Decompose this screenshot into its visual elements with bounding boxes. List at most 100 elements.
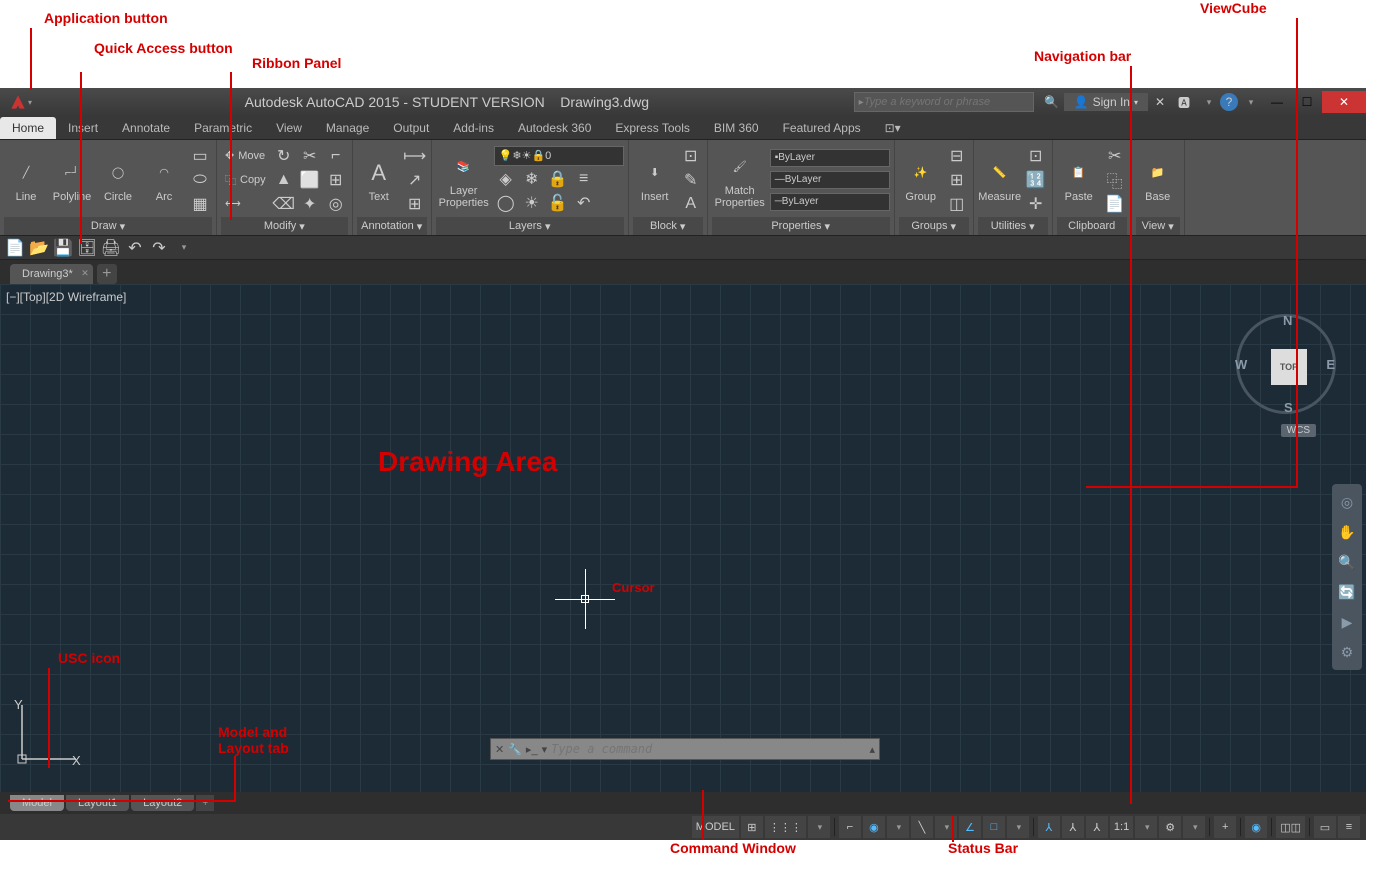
ribbon-tab-express[interactable]: Express Tools — [603, 117, 701, 139]
text-button[interactable]: AText — [357, 144, 401, 216]
edit-block-icon[interactable]: ✎ — [679, 169, 703, 191]
group-select-icon[interactable]: ◫ — [945, 193, 969, 215]
viewcube-top-face[interactable]: TOP — [1271, 349, 1307, 385]
viewcube-ring[interactable]: N S E W TOP — [1236, 314, 1336, 414]
ribbon-tab-bim360[interactable]: BIM 360 — [702, 117, 771, 139]
file-tab-close-icon[interactable]: ✕ — [81, 268, 89, 279]
pan-icon[interactable]: ✋ — [1335, 520, 1359, 544]
compass-s[interactable]: S — [1284, 400, 1293, 415]
search-input[interactable] — [864, 96, 1029, 108]
cmd-wrench-icon[interactable]: 🔧 — [508, 743, 522, 756]
layer-prev-icon[interactable]: ↶ — [572, 192, 596, 214]
layout-tab-model[interactable]: Model — [10, 795, 64, 811]
array-icon[interactable]: ⊞ — [324, 169, 348, 191]
select-all-icon[interactable]: ⊡ — [1024, 145, 1048, 167]
autoscale-icon[interactable]: ⅄ — [1062, 816, 1084, 838]
ribbon-tab-annotate[interactable]: Annotate — [110, 117, 182, 139]
hardware-accel-icon[interactable]: ◉ — [1245, 816, 1267, 838]
file-tab-add-button[interactable]: + — [97, 264, 117, 284]
rect-icon[interactable]: ▭ — [188, 145, 212, 167]
nav-settings-icon[interactable]: ⚙ — [1335, 640, 1359, 664]
exchange-icon[interactable]: ✕ — [1148, 90, 1172, 114]
ribbon-tab-addins[interactable]: Add-ins — [441, 117, 506, 139]
layer-thaw-icon[interactable]: ☀ — [520, 192, 544, 214]
clean-screen-icon[interactable]: ▭ — [1314, 816, 1336, 838]
wcs-label[interactable]: WCS — [1281, 424, 1316, 437]
ribbon-tab-view[interactable]: View — [264, 117, 314, 139]
offset-icon[interactable]: ◎ — [324, 193, 348, 215]
ribbon-tab-output[interactable]: Output — [381, 117, 441, 139]
group-button[interactable]: ✨Group — [899, 144, 943, 216]
isolate-icon[interactable]: ◫◫ — [1276, 816, 1305, 838]
open-icon[interactable]: 📂 — [30, 239, 48, 257]
anno-monitor-icon[interactable]: + — [1214, 816, 1236, 838]
ribbon-expand-icon[interactable]: ⊡▾ — [873, 117, 913, 139]
close-button[interactable]: ✕ — [1322, 91, 1366, 113]
showmotion-icon[interactable]: ▶ — [1335, 610, 1359, 634]
osnap-icon[interactable]: □ — [983, 816, 1005, 838]
layer-lock-icon[interactable]: 🔒 — [546, 168, 570, 190]
match-props-button[interactable]: 🖌Match Properties — [712, 144, 768, 216]
point-icon[interactable]: ✛ — [1024, 193, 1048, 215]
help-menu[interactable] — [1238, 90, 1262, 114]
scale-menu[interactable] — [1135, 816, 1157, 838]
viewcube[interactable]: N S E W TOP — [1236, 314, 1336, 414]
layer-freeze-icon[interactable]: ❄ — [520, 168, 544, 190]
table-icon[interactable]: ⊞ — [403, 193, 427, 215]
print-icon[interactable]: 🖨 — [102, 239, 120, 257]
circle-button[interactable]: ◯Circle — [96, 144, 140, 216]
rotate-icon[interactable]: ↻ — [272, 145, 296, 167]
layer-match-icon[interactable]: ≡ — [572, 168, 596, 190]
ungroup-icon[interactable]: ⊟ — [945, 145, 969, 167]
cmd-recent-icon[interactable]: ▾ — [542, 743, 548, 756]
create-block-icon[interactable]: ⊡ — [679, 145, 703, 167]
line-button[interactable]: ╱Line — [4, 144, 48, 216]
group-edit-icon[interactable]: ⊞ — [945, 169, 969, 191]
layout-tab-layout1[interactable]: Layout1 — [66, 795, 129, 811]
model-space-button[interactable]: MODEL — [692, 816, 739, 838]
a360-menu[interactable] — [1196, 90, 1220, 114]
application-button[interactable]: ▾ — [0, 88, 40, 116]
qa-menu[interactable] — [174, 239, 192, 257]
cmd-expand-icon[interactable]: ▴ — [869, 743, 875, 756]
redo-icon[interactable]: ↷ — [150, 239, 168, 257]
cut-icon[interactable]: ✂ — [1103, 145, 1127, 167]
file-tab-drawing3[interactable]: Drawing3* ✕ — [10, 264, 93, 284]
paste-special-icon[interactable]: 📄 — [1103, 193, 1127, 215]
explode-icon[interactable]: ✦ — [298, 193, 322, 215]
minimize-button[interactable]: — — [1262, 91, 1292, 113]
lineweight-combo[interactable]: — ByLayer — [770, 171, 890, 189]
ribbon-tab-insert[interactable]: Insert — [56, 117, 110, 139]
layer-off-icon[interactable]: ◯ — [494, 192, 518, 214]
erase-icon[interactable]: ⌫ — [272, 193, 296, 215]
zoom-extents-icon[interactable]: 🔍 — [1335, 550, 1359, 574]
search-box[interactable]: ▸ — [854, 92, 1034, 112]
ribbon-tab-autodesk360[interactable]: Autodesk 360 — [506, 117, 603, 139]
color-combo[interactable]: ▪ ByLayer — [770, 149, 890, 167]
layer-unlock-icon[interactable]: 🔓 — [546, 192, 570, 214]
compass-w[interactable]: W — [1235, 357, 1247, 372]
layer-combo[interactable]: 💡❄☀🔒 0 — [494, 146, 624, 166]
arc-button[interactable]: ◠Arc — [142, 144, 186, 216]
command-line[interactable]: ✕ 🔧 ▸_ ▾ ▴ — [490, 738, 880, 760]
move-button[interactable]: ✥Move — [221, 145, 270, 167]
snap-icon[interactable]: ⋮⋮⋮ — [765, 816, 806, 838]
copy-button[interactable]: ⿻Copy — [221, 169, 270, 191]
osnap-menu[interactable] — [1007, 816, 1029, 838]
grid-icon[interactable]: ⊞ — [741, 816, 763, 838]
new-icon[interactable]: 📄 — [6, 239, 24, 257]
quick-calc-icon[interactable]: 🔢 — [1024, 169, 1048, 191]
a360-icon[interactable]: 🅰 — [1172, 90, 1196, 114]
sign-in-button[interactable]: 👤 Sign In ▾ — [1064, 93, 1148, 111]
layer-iso-icon[interactable]: ◈ — [494, 168, 518, 190]
layout-tab-add-button[interactable]: + — [196, 795, 214, 811]
ellipse-icon[interactable]: ⬭ — [188, 169, 212, 191]
undo-icon[interactable]: ↶ — [126, 239, 144, 257]
steering-wheel-icon[interactable]: ◎ — [1335, 490, 1359, 514]
base-button[interactable]: 📁Base — [1136, 144, 1180, 216]
ribbon-tab-home[interactable]: Home — [0, 117, 56, 139]
snap-menu[interactable] — [808, 816, 830, 838]
help-icon[interactable]: ? — [1220, 93, 1238, 111]
scale-icon[interactable]: ⬜ — [298, 169, 322, 191]
ribbon-tab-parametric[interactable]: Parametric — [182, 117, 264, 139]
